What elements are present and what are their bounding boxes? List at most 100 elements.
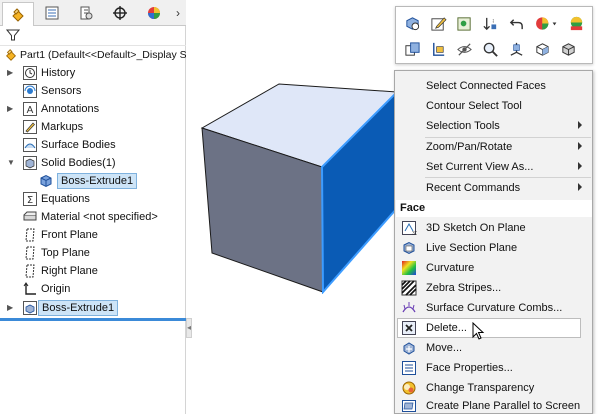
dimxpert-manager-tab[interactable] [104, 2, 136, 24]
sort-button[interactable]: ↕ [480, 13, 500, 33]
copy-view-button[interactable] [402, 39, 422, 59]
edit-sketch-icon [430, 16, 447, 31]
menu-item-live-section-plane[interactable]: Live Section Plane [395, 238, 592, 258]
expand-arrow-icon[interactable]: ▶ [7, 67, 15, 79]
tree-item-sensors[interactable]: Sensors [0, 82, 186, 100]
menu-hover-highlight [397, 318, 581, 338]
crosshair-icon [113, 6, 127, 20]
transparency-icon [402, 381, 416, 395]
face-properties-icon [402, 361, 416, 375]
curvature-icon [402, 261, 416, 275]
menu-item-label: Curvature [426, 262, 475, 274]
tree-item-history[interactable]: ▶ History [0, 64, 186, 82]
normal-to-button[interactable] [428, 39, 448, 59]
menu-item-label: Surface Curvature Combs... [426, 302, 563, 314]
hide-button[interactable] [454, 39, 474, 59]
zoom-to-fit-icon [405, 16, 419, 30]
rollback-bar[interactable] [0, 318, 186, 321]
menu-item-change-transparency[interactable]: Change Transparency [395, 378, 592, 398]
tree-item-material[interactable]: Material <not specified> [0, 208, 186, 226]
display-style-button[interactable] [532, 39, 552, 59]
menu-item-face-properties[interactable]: Face Properties... [395, 358, 592, 378]
submenu-arrow-icon [578, 121, 582, 129]
part-root-item[interactable]: Part1 (Default<<Default>_Display State [0, 46, 186, 64]
expand-arrow-icon[interactable]: ▶ [7, 302, 15, 314]
zoom-to-fit-button[interactable] [402, 13, 422, 33]
display-style-icon [535, 42, 549, 56]
origin-icon [23, 282, 36, 295]
isometric-button[interactable] [558, 39, 578, 59]
svg-text:↕: ↕ [491, 18, 494, 24]
menu-item-label: Face Properties... [426, 362, 513, 374]
tree-item-boss-extrude1[interactable]: ▶ Boss-Extrude1 [0, 299, 186, 317]
appearance-edit-button[interactable] [454, 13, 474, 33]
tree-label: History [41, 67, 76, 79]
menu-item-zoom-pan-rotate[interactable]: Zoom/Pan/Rotate [395, 137, 592, 157]
appearance-color-icon [536, 16, 557, 30]
display-manager-tab[interactable] [138, 2, 170, 24]
menu-item-3d-sketch-on-plane[interactable]: 3D 3D Sketch On Plane [395, 218, 592, 238]
menu-item-set-current-view[interactable]: Set Current View As... [395, 157, 592, 177]
tree-item-body-boss-extrude1[interactable]: Boss-Extrude1 [0, 172, 186, 190]
submenu-arrow-icon [578, 142, 582, 150]
menu-item-label: Selection Tools [426, 120, 500, 132]
menu-item-create-plane-parallel[interactable]: Create Plane Parallel to Screen [395, 396, 592, 414]
plane-parallel-icon [402, 400, 416, 412]
tree-label: Right Plane [41, 265, 98, 277]
menu-item-recent-commands[interactable]: Recent Commands [395, 178, 592, 198]
zebra-stripes-icon [401, 280, 417, 296]
tree-label: Surface Bodies [41, 139, 116, 151]
feature-manager-pane: › Part1 (Default<<Default>_Display State… [0, 0, 192, 414]
zoom-selection-button[interactable] [480, 39, 500, 59]
svg-text:Σ: Σ [27, 195, 33, 206]
tree-item-annotations[interactable]: ▶ A Annotations [0, 100, 186, 118]
part-root-label: Part1 (Default<<Default>_Display State [20, 49, 186, 61]
menu-item-label: 3D Sketch On Plane [426, 222, 526, 234]
tree-item-equations[interactable]: Σ Equations [0, 190, 186, 208]
material-icon [23, 211, 37, 221]
solidworks-window: › Part1 (Default<<Default>_Display State… [0, 0, 600, 414]
copy-icon [404, 41, 420, 56]
menu-item-curvature[interactable]: Curvature [395, 258, 592, 278]
tree-item-top-plane[interactable]: Top Plane [0, 244, 186, 262]
tree-item-solid-bodies[interactable]: ▼ Solid Bodies(1) [0, 154, 186, 172]
filter-icon[interactable] [6, 28, 20, 42]
menu-item-move[interactable]: Move... [395, 338, 592, 358]
tree-item-markups[interactable]: Markups [0, 118, 186, 136]
menu-item-label: Zebra Stripes... [426, 282, 502, 294]
collapse-arrow-icon[interactable]: ▼ [7, 157, 15, 169]
menu-item-select-connected-faces[interactable]: Select Connected Faces [395, 76, 592, 96]
submenu-arrow-icon [578, 183, 582, 191]
feature-manager-tab[interactable] [2, 2, 34, 26]
configuration-manager-tab[interactable] [70, 2, 102, 24]
tree-item-origin[interactable]: Origin [0, 280, 186, 298]
menu-item-label: Delete... [426, 322, 467, 334]
part-model-cube[interactable] [200, 82, 400, 294]
isometric-icon [561, 42, 575, 56]
tree-item-right-plane[interactable]: Right Plane [0, 262, 186, 280]
appearance-color-button[interactable] [532, 13, 560, 33]
edit-sketch-button[interactable] [428, 13, 448, 33]
menu-item-surface-curvature-combs[interactable]: Surface Curvature Combs... [395, 298, 592, 318]
part-icon [6, 49, 16, 61]
pane-splitter[interactable]: ◂ [186, 318, 192, 338]
menu-item-contour-select-tool[interactable]: Contour Select Tool [395, 96, 592, 116]
tree-label: Boss-Extrude1 [57, 173, 138, 189]
menu-item-zebra-stripes[interactable]: Zebra Stripes... [395, 278, 592, 298]
undo-icon [509, 18, 523, 29]
menu-item-selection-tools[interactable]: Selection Tools [395, 116, 592, 136]
scene-button[interactable] [566, 13, 586, 33]
tree-item-surface-bodies[interactable]: Surface Bodies [0, 136, 186, 154]
view-orientation-icon [510, 42, 522, 56]
more-tabs-chevron[interactable]: › [172, 3, 184, 23]
property-manager-tab[interactable] [36, 2, 68, 24]
svg-text:A: A [27, 105, 34, 116]
live-section-icon [403, 241, 415, 255]
view-orientation-button[interactable] [506, 39, 526, 59]
tree-item-front-plane[interactable]: Front Plane [0, 226, 186, 244]
display-manager-icon [148, 7, 160, 19]
undo-view-button[interactable] [506, 13, 526, 33]
plane-icon [25, 228, 35, 242]
menu-item-delete[interactable]: Delete... [395, 318, 592, 338]
expand-arrow-icon[interactable]: ▶ [7, 103, 15, 115]
